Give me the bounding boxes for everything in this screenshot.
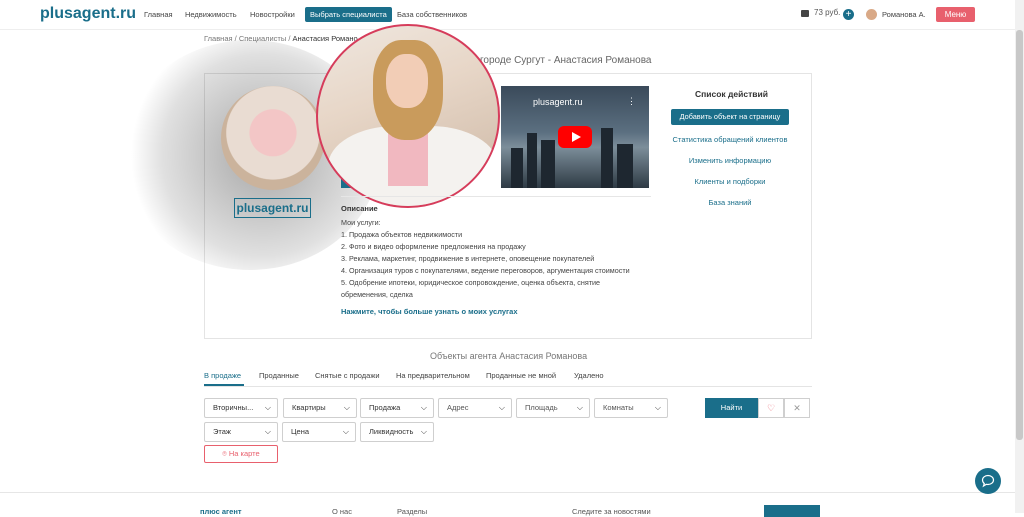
agent-photo-zoom [316, 24, 500, 208]
tab-sold[interactable]: Проданные [259, 371, 299, 380]
tabs-divider [204, 386, 812, 387]
video-menu-icon[interactable]: ⋮ [627, 96, 636, 107]
building [601, 128, 613, 188]
description-line: обременения, сделка [341, 290, 413, 299]
chat-bubble-icon[interactable] [975, 468, 1001, 494]
filter-rooms[interactable]: Комнаты ⌵ [594, 398, 668, 418]
filter-area[interactable]: Площадь ⌵ [516, 398, 590, 418]
footer-logo[interactable]: плюс агент [200, 507, 242, 516]
page-title: городе Сургут - Анастасия Романова [480, 55, 652, 66]
filter-label: Этаж [213, 427, 231, 436]
nav-home[interactable]: Главная [144, 10, 173, 19]
top-header: plusagent.ru Главная Недвижимость Новост… [0, 0, 1024, 30]
find-button[interactable]: Найти [705, 398, 758, 418]
on-map-button[interactable]: ⌾ На карте [204, 445, 278, 463]
menu-button[interactable]: Меню [936, 7, 975, 22]
description-line: 4. Организация туров с покупателями, вед… [341, 266, 630, 275]
description-line: 5. Одобрение ипотеки, юридическое сопров… [341, 278, 601, 287]
site-logo[interactable]: plusagent.ru [40, 5, 136, 23]
filter-label: Продажа [369, 403, 401, 412]
description-line: 3. Реклама, маркетинг, продвижение в инт… [341, 254, 595, 263]
chevron-down-icon: ⌵ [654, 403, 661, 412]
filter-label: Комнаты [603, 403, 634, 412]
add-funds-button[interactable]: + [843, 9, 854, 20]
add-object-button[interactable]: Добавить объект на страницу [671, 109, 789, 125]
favorite-button[interactable]: ♡ [758, 398, 784, 418]
filter-label: Ликвидность [369, 427, 414, 436]
user-name[interactable]: Романова А. [882, 10, 926, 19]
footer-about[interactable]: О нас [332, 507, 352, 516]
building [527, 133, 537, 188]
filter-liquidity[interactable]: Ликвидность ⌵ [360, 422, 434, 442]
nav-choose-specialist[interactable]: Выбрать специалиста [305, 7, 392, 22]
map-pin-icon: ⌾ [222, 449, 229, 458]
chevron-down-icon: ⌵ [420, 427, 427, 436]
description-line: 1. Продажа объектов недвижимости [341, 230, 463, 239]
agent-avatar [221, 86, 325, 190]
tab-preliminary[interactable]: На предварительном [396, 371, 470, 380]
filter-label: Квартиры [292, 403, 326, 412]
description-line: Мои услуги: [341, 218, 381, 227]
divider [341, 196, 651, 197]
stats-link[interactable]: Статистика обращений клиентов [650, 135, 810, 144]
objects-title: Объекты агента Анастасия Романова [430, 351, 588, 361]
tab-withdrawn[interactable]: Снятые с продажи [315, 371, 380, 380]
chevron-down-icon: ⌵ [343, 403, 350, 412]
chevron-down-icon: ⌵ [576, 403, 583, 412]
filter-floor[interactable]: Этаж ⌵ [204, 422, 278, 442]
filter-label: Адрес [447, 403, 469, 412]
filter-label: Площадь [525, 403, 558, 412]
footer-news: Следите за новостями [572, 507, 651, 516]
tab-deleted[interactable]: Удалено [574, 371, 604, 380]
building [541, 140, 555, 188]
footer-subscribe-button[interactable] [764, 505, 820, 517]
wallet-icon [801, 10, 809, 17]
chevron-down-icon: ⌵ [420, 403, 427, 412]
active-tab-underline [204, 384, 244, 386]
footer-divider [0, 492, 1015, 493]
actions-title: Список действий [695, 89, 768, 99]
filter-address[interactable]: Адрес ⌵ [438, 398, 512, 418]
clients-link[interactable]: Клиенты и подборки [650, 177, 810, 186]
map-button-label: На карте [228, 449, 260, 458]
tab-sold-not-by-me[interactable]: Проданные не мной [486, 371, 556, 380]
nav-realty[interactable]: Недвижимость [185, 10, 237, 19]
description-title: Описание [341, 204, 378, 213]
chevron-down-icon: ⌵ [264, 403, 271, 412]
filter-label: Вторичны... [213, 403, 254, 412]
chevron-down-icon: ⌵ [342, 427, 349, 436]
filter-market-type[interactable]: Вторичны... ⌵ [204, 398, 278, 418]
nav-owners-base[interactable]: База собственников [397, 10, 467, 19]
edit-info-link[interactable]: Изменить информацию [650, 156, 810, 165]
filter-label: Цена [291, 427, 310, 436]
filter-property-type[interactable]: Квартиры ⌵ [283, 398, 357, 418]
building [617, 144, 633, 188]
building [511, 148, 523, 188]
scrollbar-thumb[interactable] [1016, 30, 1023, 440]
breadcrumb-current: Анастасия Романо [292, 34, 358, 43]
agency-logo: plusagent.ru [234, 198, 311, 218]
description-text: Мои услуги: 1. Продажа объектов недвижим… [341, 217, 651, 301]
filter-deal-type[interactable]: Продажа ⌵ [360, 398, 434, 418]
services-more-link[interactable]: Нажмите, чтобы больше узнать о моих услу… [341, 307, 518, 316]
user-avatar[interactable] [866, 9, 877, 20]
video-title: plusagent.ru [533, 97, 583, 107]
chevron-down-icon: ⌵ [498, 403, 505, 412]
knowledge-base-link[interactable]: База знаний [650, 198, 810, 207]
filter-price[interactable]: Цена ⌵ [282, 422, 356, 442]
photo-face [386, 54, 428, 108]
footer-sections: Разделы [397, 507, 428, 516]
balance: 73 руб. [814, 8, 841, 17]
chat-bubble-glyph [981, 474, 995, 488]
nav-newbuilds[interactable]: Новостройки [250, 10, 295, 19]
description-line: 2. Фото и видео оформление предложения н… [341, 242, 526, 251]
tab-for-sale[interactable]: В продаже [204, 371, 241, 380]
play-icon [572, 132, 581, 142]
clear-filters-button[interactable]: ✕ [784, 398, 810, 418]
chevron-down-icon: ⌵ [264, 427, 271, 436]
